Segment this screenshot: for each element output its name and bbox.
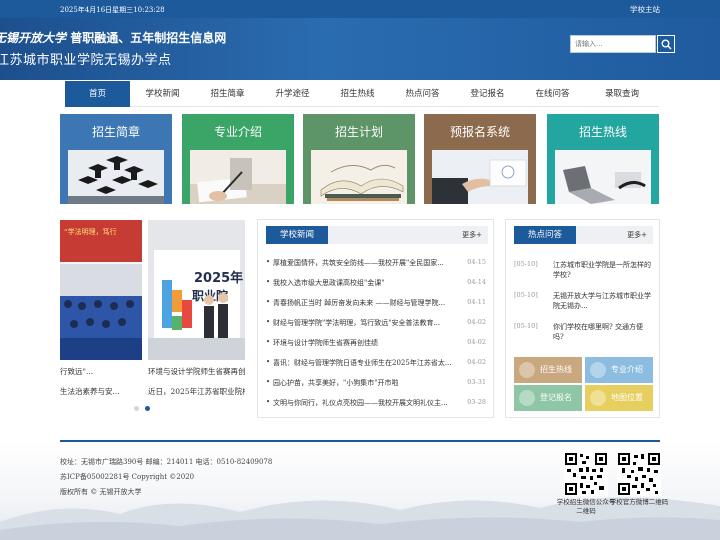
news-carousel[interactable]: “学法明理，笃行 2025年 职业院 行致远"... 环境与 xyxy=(60,220,245,418)
news-item[interactable]: • 园心护苗，共享美好，"小狗集市"开市啦 03-31 xyxy=(266,378,486,390)
nav-further-study[interactable]: 升学途径 xyxy=(260,81,325,107)
handshake-photo xyxy=(432,150,528,204)
tab-hot-qa[interactable]: 热点问答 xyxy=(514,226,576,244)
tile-majors[interactable]: 专业介绍 xyxy=(182,114,294,204)
nav-registration[interactable]: 登记报名 xyxy=(455,81,520,107)
qa-item[interactable]: [05-10] 江苏城市职业学院是一所怎样的学校? xyxy=(514,260,651,286)
wechat-qr-caption: 学校招生微信公众号二维码 xyxy=(556,498,616,515)
news-item[interactable]: • 文明与你同行，礼仪点亮校园——我校开展文明礼仪主... 03-28 xyxy=(266,398,486,410)
hot-qa-more-link[interactable]: 更多+ xyxy=(627,230,647,240)
tile-label: 招生简章 xyxy=(91,125,140,139)
tile-admission-guide[interactable]: 招生简章 xyxy=(60,114,172,204)
laptop-phone-photo xyxy=(555,150,651,204)
footer-copyright: 版权所有 © 无锡开放大学 xyxy=(60,488,142,496)
site-footer: 校址：无锡市广瑞路390号 邮编：214011 电话：0510-82409078… xyxy=(0,442,720,540)
nav-admission-query[interactable]: 录取查询 xyxy=(585,81,659,107)
qa-item[interactable]: [05-10] 你们学校在哪里啊? 交通方便吗? xyxy=(514,322,644,348)
edit-icon xyxy=(519,390,535,406)
weibo-qr-caption: 学校官方微博二维码 xyxy=(609,498,669,506)
tile-hotline[interactable]: 招生热线 xyxy=(547,114,659,204)
carousel-dot-1[interactable] xyxy=(134,406,139,411)
carousel-caption-3[interactable]: 生法治素养与安... xyxy=(60,386,120,397)
graduation-photo xyxy=(68,150,164,204)
nav-faq[interactable]: 热点问答 xyxy=(390,81,455,107)
banner-year: 2025年 xyxy=(194,270,243,286)
tile-label: 专业介绍 xyxy=(213,125,262,139)
carousel-caption-2[interactable]: 环境与设计学院师生省赛再创 xyxy=(148,366,245,377)
news-header: 学校新闻 更多+ xyxy=(266,226,488,244)
current-datetime: 2025年4月16日星期三10:23:28 xyxy=(60,6,165,14)
majors-button[interactable]: 专业介绍 xyxy=(585,357,653,383)
qa-item[interactable]: [05-10] 无锡开放大学与江苏城市职业学院无锡办... xyxy=(514,291,651,317)
search-icon xyxy=(661,39,672,50)
hotline-button[interactable]: 招生热线 xyxy=(514,357,582,383)
search-box xyxy=(570,35,675,53)
news-item[interactable]: • 环境与设计学院师生省赛再创佳绩 04-02 xyxy=(266,338,486,350)
search-button[interactable] xyxy=(657,35,675,53)
news-item[interactable]: • 喜讯：财经与管理学院日语专业师生在2025年江苏省太... 04-02 xyxy=(266,358,486,370)
carousel-caption-1[interactable]: 行致远"... xyxy=(60,366,93,377)
weibo-qr-code xyxy=(617,452,661,496)
writing-photo xyxy=(190,150,286,204)
nav-admission-guide[interactable]: 招生简章 xyxy=(195,81,260,107)
nav-school-news[interactable]: 学校新闻 xyxy=(130,81,195,107)
site-subtitle: 江苏城市职业学院无锡办学点 xyxy=(0,53,172,68)
school-home-link[interactable]: 学校主站 xyxy=(630,4,660,15)
search-input[interactable] xyxy=(570,35,656,53)
grid-icon xyxy=(590,362,606,378)
banner-text: “学法明理，笃行 xyxy=(64,227,117,236)
tile-pre-registration-system[interactable]: 预报名系统 xyxy=(424,114,536,204)
carousel-image-award: 2025年 职业院 xyxy=(148,220,245,360)
news-item[interactable]: • 财经与管理学院"学法明理，笃行致远"安全普法教育... 04-02 xyxy=(266,318,486,330)
map-pin-icon xyxy=(590,390,606,406)
footer-address: 校址：无锡市广瑞路390号 邮编：214011 电话：0510-82409078 xyxy=(60,458,273,466)
tile-label: 招生计划 xyxy=(334,125,383,139)
books-photo xyxy=(311,150,407,204)
news-more-link[interactable]: 更多+ xyxy=(462,230,482,240)
top-bar: 2025年4月16日星期三10:23:28 学校主站 xyxy=(0,0,720,18)
nav-home[interactable]: 首页 xyxy=(65,81,130,107)
hot-qa-header: 热点问答 更多+ xyxy=(514,226,653,244)
hot-qa-panel: 热点问答 更多+ [05-10] 江苏城市职业学院是一所怎样的学校? [05-10… xyxy=(505,219,660,418)
carousel-image-lecture: “学法明理，笃行 xyxy=(60,220,142,360)
carousel-dot-2[interactable] xyxy=(145,406,150,411)
news-item[interactable]: • 青春扬帆正当时 踔厉奋发向未来 ——财经与管理学院... 04-11 xyxy=(266,298,486,310)
site-title: 无锡开放大学 普职融通、五年制招生信息网 xyxy=(0,29,226,46)
nav-online-qa[interactable]: 在线问答 xyxy=(520,81,585,107)
site-tagline: 普职融通、五年制招生信息网 xyxy=(70,31,227,45)
nav-hotline[interactable]: 招生热线 xyxy=(325,81,390,107)
map-location-button[interactable]: 地图位置 xyxy=(585,385,653,411)
phone-icon xyxy=(519,362,535,378)
tile-admission-plan[interactable]: 招生计划 xyxy=(303,114,415,204)
footer-icp: 苏ICP备05002281号 Copyright ©2020 xyxy=(60,473,195,481)
tile-label: 预报名系统 xyxy=(449,125,510,139)
wechat-qr-code xyxy=(564,452,608,496)
main-nav: 首页 学校新闻 招生简章 升学途径 招生热线 热点问答 登记报名 在线问答 录取… xyxy=(65,81,659,107)
site-header: 无锡开放大学 普职融通、五年制招生信息网 江苏城市职业学院无锡办学点 xyxy=(0,18,720,80)
tab-school-news[interactable]: 学校新闻 xyxy=(266,226,328,244)
tile-label: 招生热线 xyxy=(578,125,627,139)
carousel-caption-4[interactable]: 近日，2025年江苏省职业院校 xyxy=(148,386,245,397)
register-button[interactable]: 登记报名 xyxy=(514,385,582,411)
news-item[interactable]: • 厚植爱国情怀，共筑安全防线——我校开展"全民国家... 04-15 xyxy=(266,258,486,270)
school-logo-text: 无锡开放大学 xyxy=(0,31,67,45)
school-news-panel: 学校新闻 更多+ • 厚植爱国情怀，共筑安全防线——我校开展"全民国家... 04-… xyxy=(257,219,494,418)
news-item[interactable]: • 我校入选市级大思政课高校组"金课" 04-14 xyxy=(266,278,486,290)
